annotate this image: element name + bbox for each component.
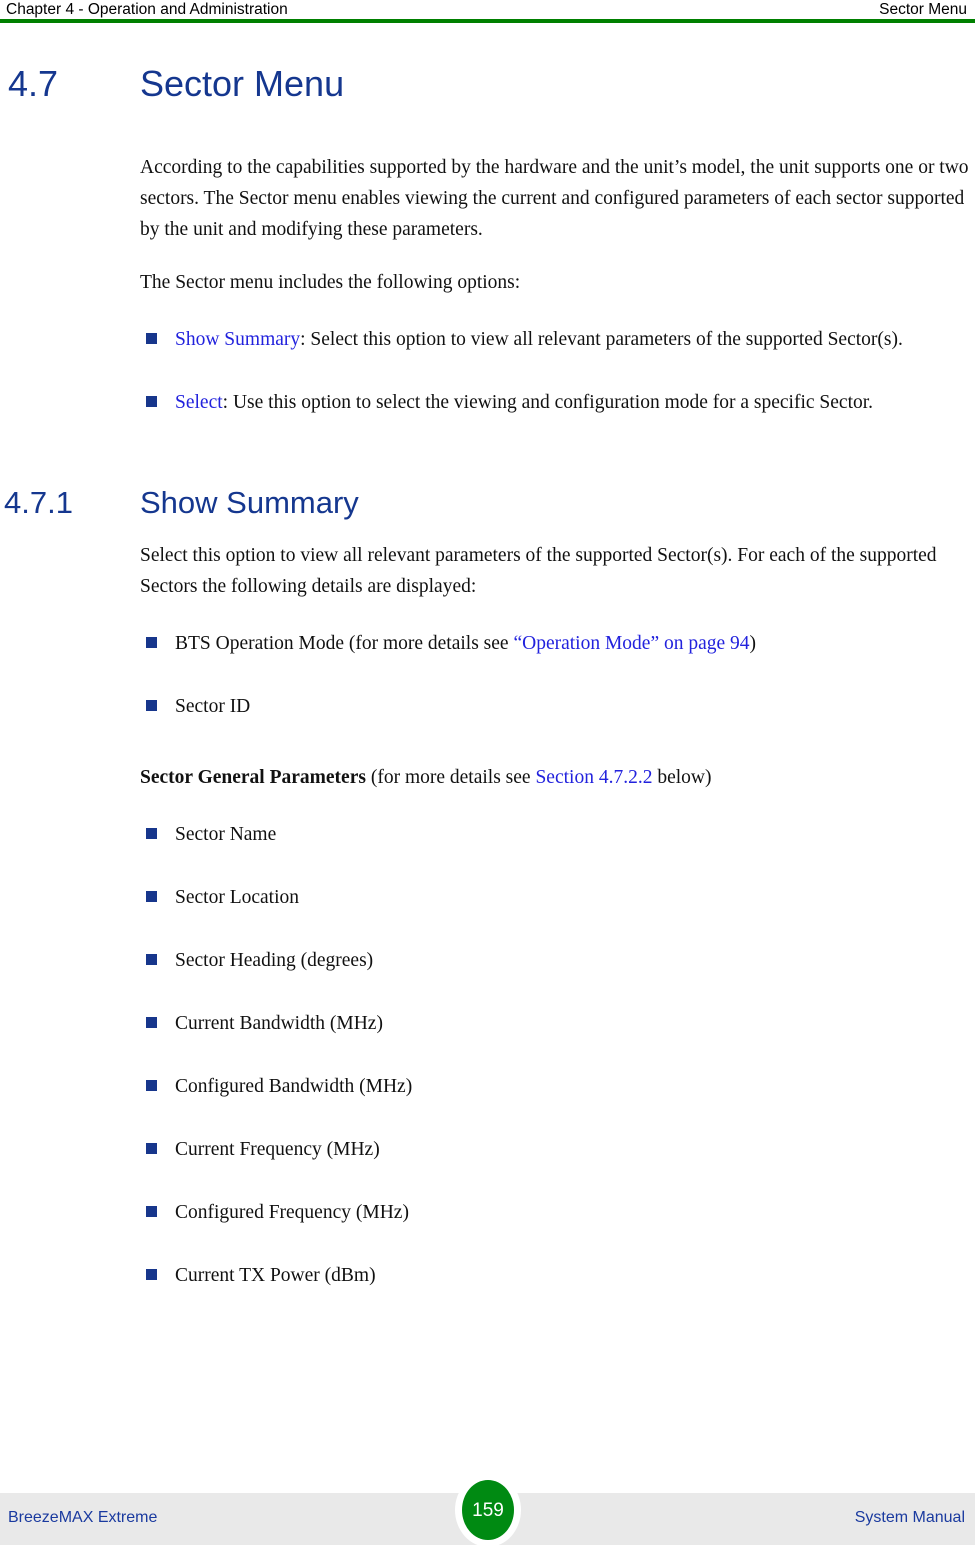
list-item-text: Configured Frequency (MHz): [175, 1202, 409, 1223]
square-bullet-icon: [146, 1143, 157, 1154]
square-bullet-icon: [146, 637, 157, 648]
page-header: Chapter 4 - Operation and Administration…: [0, 0, 975, 23]
list-item: Sector ID: [140, 691, 970, 722]
square-bullet-icon: [146, 396, 157, 407]
square-bullet-icon: [146, 891, 157, 902]
footer-product-name: BreezeMAX Extreme: [8, 1509, 158, 1526]
list-item-text: Sector Name: [175, 824, 277, 845]
list-item-text-suffix: ): [749, 633, 757, 654]
subsection-heading-4-7-1: 4.7.1 Show Summary: [0, 484, 975, 522]
square-bullet-icon: [146, 1269, 157, 1280]
list-item-text: Current TX Power (dBm): [175, 1265, 376, 1286]
link-section-4-7-2-2[interactable]: Section 4.7.2.2: [535, 767, 652, 788]
square-bullet-icon: [146, 333, 157, 344]
square-bullet-icon: [146, 954, 157, 965]
intro-paragraph-2: The Sector menu includes the following o…: [140, 272, 521, 293]
list-item: Current Frequency (MHz): [140, 1134, 970, 1165]
page-content: 4.7 Sector Menu According to the capabil…: [0, 62, 975, 1291]
list-item: Current TX Power (dBm): [140, 1260, 970, 1291]
list-item-text: Current Bandwidth (MHz): [175, 1013, 383, 1034]
list-item: Sector Name: [140, 819, 970, 850]
link-show-summary[interactable]: Show Summary: [175, 329, 300, 350]
general-parameters-pre: (for more details see: [365, 767, 536, 788]
list-item-text: Sector ID: [175, 696, 251, 717]
list-item: Current Bandwidth (MHz): [140, 1008, 970, 1039]
general-parameters-post: below): [652, 767, 712, 788]
list-item: Show Summary: Select this option to view…: [140, 324, 970, 355]
general-parameters-lead: Sector General Parameters (for more deta…: [140, 762, 970, 793]
page-number: 159: [472, 1499, 504, 1521]
intro-paragraph-1: According to the capabilities supported …: [140, 157, 969, 240]
header-divider-rule: [0, 19, 975, 23]
square-bullet-icon: [146, 828, 157, 839]
general-parameters-label: Sector General Parameters: [140, 767, 366, 788]
list-item-text: Current Frequency (MHz): [175, 1139, 380, 1160]
subsection-heading-title: Show Summary: [140, 485, 359, 520]
footer-document-name: System Manual: [854, 1509, 965, 1526]
list-item: Sector Location: [140, 882, 970, 913]
square-bullet-icon: [146, 1206, 157, 1217]
header-section-title: Sector Menu: [879, 1, 967, 18]
section-heading-number: 4.7: [8, 63, 59, 104]
list-item-text: Sector Heading (degrees): [175, 950, 374, 971]
header-chapter-title: Chapter 4 - Operation and Administration: [6, 1, 288, 18]
list-item-text: BTS Operation Mode (for more details see: [175, 633, 514, 654]
page-number-badge: 159: [455, 1473, 521, 1547]
list-item-text: Sector Location: [175, 887, 299, 908]
page-number-disc: 159: [462, 1480, 514, 1540]
square-bullet-icon: [146, 1017, 157, 1028]
list-item: Configured Frequency (MHz): [140, 1197, 970, 1228]
list-item: BTS Operation Mode (for more details see…: [140, 628, 970, 659]
list-item: Select: Use this option to select the vi…: [140, 387, 970, 418]
square-bullet-icon: [146, 700, 157, 711]
square-bullet-icon: [146, 1080, 157, 1091]
section-heading-title: Sector Menu: [140, 63, 345, 104]
list-item: Sector Heading (degrees): [140, 945, 970, 976]
list-item-text: : Use this option to select the viewing …: [222, 392, 874, 413]
subsection-paragraph: Select this option to view all relevant …: [140, 545, 937, 597]
list-item-text: : Select this option to view all relevan…: [300, 329, 903, 350]
list-item: Configured Bandwidth (MHz): [140, 1071, 970, 1102]
subsection-heading-number: 4.7.1: [4, 485, 73, 520]
section-heading-4-7: 4.7 Sector Menu: [0, 62, 975, 106]
list-item-text: Configured Bandwidth (MHz): [175, 1076, 413, 1097]
page-footer: BreezeMAX Extreme 159 System Manual: [0, 1473, 975, 1547]
link-select[interactable]: Select: [175, 392, 223, 413]
link-operation-mode-page-94[interactable]: “Operation Mode” on page 94: [513, 633, 749, 654]
